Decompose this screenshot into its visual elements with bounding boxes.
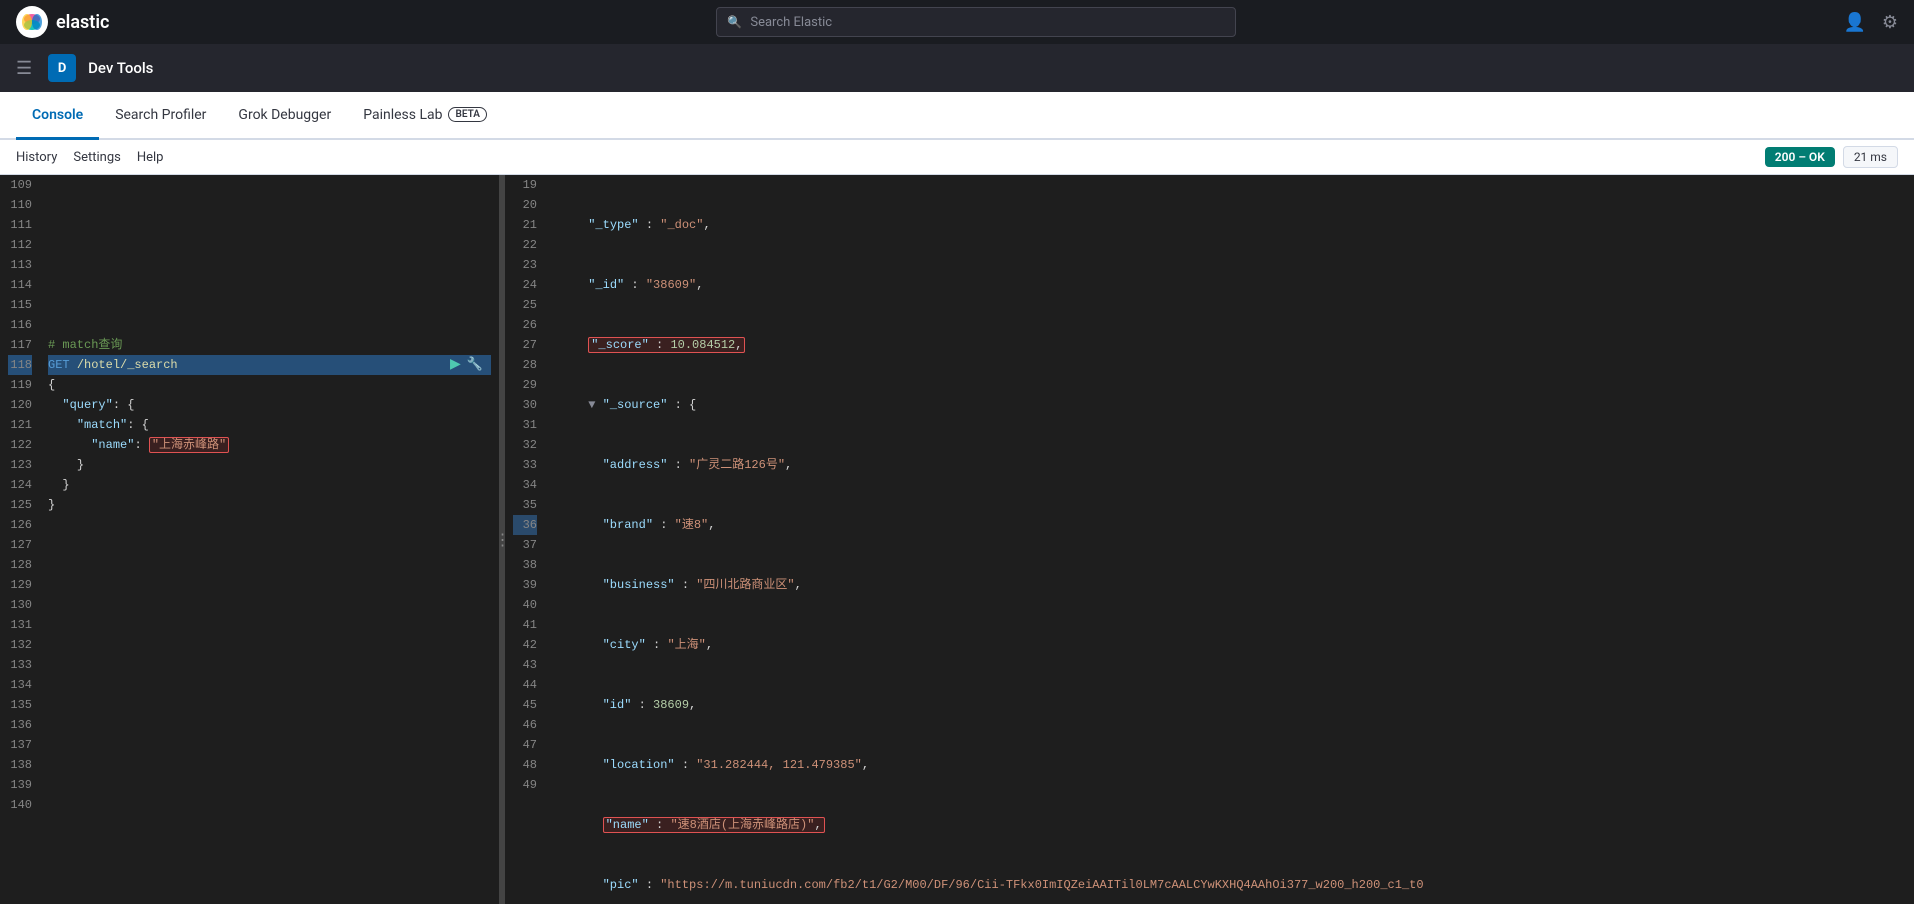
editor-wrapper: 109110111112113 114115116117 118 1191201… — [0, 175, 499, 904]
output-content: "_type" : "_doc", "_id" : "38609", "_sco… — [545, 175, 1914, 904]
settings-icon[interactable]: ⚙ — [1882, 12, 1898, 33]
editor-line-numbers: 109110111112113 114115116117 118 1191201… — [0, 175, 40, 904]
action-bar: History Settings Help 200 – OK 21 ms — [0, 140, 1914, 175]
user-avatar-icon[interactable]: 👤 — [1843, 12, 1865, 33]
editor-get-line: GET /hotel/_search ▶ 🔧 — [48, 355, 491, 375]
wrench-icon[interactable]: 🔧 — [467, 355, 483, 375]
tab-grok-debugger[interactable]: Grok Debugger — [222, 92, 347, 140]
editor-panel: 109110111112113 114115116117 118 1191201… — [0, 175, 500, 904]
elastic-logo: elastic — [16, 6, 109, 38]
second-bar: ☰ D Dev Tools — [0, 44, 1914, 92]
search-bar-wrapper: 🔍 Search Elastic — [125, 7, 1827, 37]
hamburger-menu[interactable]: ☰ — [16, 58, 32, 79]
search-icon: 🔍 — [727, 15, 742, 29]
top-nav: elastic 🔍 Search Elastic 👤 ⚙ — [0, 0, 1914, 44]
settings-link[interactable]: Settings — [73, 150, 120, 165]
editor-line-121: "match": { — [48, 415, 491, 435]
search-bar[interactable]: 🔍 Search Elastic — [716, 7, 1236, 37]
editor-line-120: "query": { — [48, 395, 491, 415]
tab-painless-lab[interactable]: Painless Lab BETA — [347, 92, 503, 140]
action-bar-right: 200 – OK 21 ms — [1765, 146, 1898, 168]
editor-line-122: "name": "上海赤峰路" — [48, 435, 491, 455]
editor-code[interactable]: # match查询 GET /hotel/_search ▶ 🔧 { "quer… — [40, 175, 499, 904]
output-line-numbers: 1920212223 2425262728 2930313233 343536 … — [505, 175, 545, 904]
elastic-logo-text: elastic — [56, 12, 109, 33]
dev-tools-badge: D — [48, 54, 76, 82]
time-badge: 21 ms — [1843, 146, 1898, 168]
help-link[interactable]: Help — [137, 150, 164, 165]
tabs-bar: Console Search Profiler Grok Debugger Pa… — [0, 92, 1914, 140]
history-link[interactable]: History — [16, 150, 57, 165]
top-nav-icons: 👤 ⚙ — [1843, 12, 1898, 33]
main-content: 109110111112113 114115116117 118 1191201… — [0, 175, 1914, 904]
editor-line-124: } — [48, 475, 491, 495]
search-bar-text: Search Elastic — [750, 15, 832, 30]
second-bar-title: Dev Tools — [88, 59, 153, 77]
tab-console[interactable]: Console — [16, 92, 99, 140]
editor-line-125: } — [48, 495, 491, 515]
action-bar-left: History Settings Help — [16, 150, 163, 165]
tab-search-profiler[interactable]: Search Profiler — [99, 92, 222, 140]
run-query-icon[interactable]: ▶ — [450, 355, 461, 375]
output-panel: 1920212223 2425262728 2930313233 343536 … — [505, 175, 1914, 904]
elastic-logo-icon — [16, 6, 48, 38]
query-actions[interactable]: ▶ 🔧 — [450, 355, 483, 375]
editor-comment-line: # match查询 — [48, 335, 491, 355]
editor-line-123: } — [48, 455, 491, 475]
editor-line-119: { — [48, 375, 491, 395]
beta-badge: BETA — [448, 107, 486, 122]
status-badge: 200 – OK — [1765, 147, 1835, 167]
